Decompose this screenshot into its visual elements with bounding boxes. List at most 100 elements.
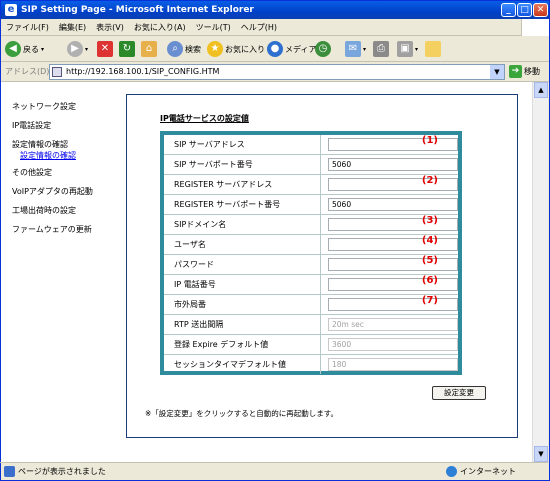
annotation-marker: (7) bbox=[421, 295, 438, 306]
area-code-field[interactable] bbox=[328, 298, 458, 311]
menu-file[interactable]: ファイル(F) bbox=[1, 19, 54, 36]
menu-help[interactable]: ヘルプ(H) bbox=[236, 19, 282, 36]
media-icon: ● bbox=[267, 41, 283, 57]
edit-icon: ▣ bbox=[397, 41, 413, 57]
table-row: REGISTER サーバアドレス (2) bbox=[164, 175, 458, 195]
table-row: SIPドメイン名 (3) bbox=[164, 215, 458, 235]
edit-button[interactable]: ▣ ▾ bbox=[397, 39, 418, 59]
home-icon: ⌂ bbox=[141, 41, 157, 57]
menu-view[interactable]: 表示(V) bbox=[91, 19, 129, 36]
table-row: 登録 Expire デフォルト値 3600 bbox=[164, 335, 458, 355]
media-button[interactable]: ● メディア bbox=[267, 39, 316, 59]
apply-settings-button[interactable]: 設定変更 bbox=[432, 386, 486, 400]
table-row: SIP サーバアドレス (1) bbox=[164, 135, 458, 155]
star-icon: ★ bbox=[207, 41, 223, 57]
nav-firmware-update[interactable]: ファームウェアの更新 bbox=[12, 223, 93, 236]
scroll-down-arrow[interactable]: ▼ bbox=[534, 446, 548, 462]
sip-domain-field[interactable] bbox=[328, 218, 458, 231]
annotation-marker: (5) bbox=[421, 255, 438, 266]
address-bar: アドレス(D) http://192.168.100.1/SIP_CONFIG.… bbox=[1, 62, 549, 82]
forward-button[interactable]: ▶ ▾ bbox=[67, 39, 88, 59]
table-row: RTP 送出間隔 20m sec bbox=[164, 315, 458, 335]
table-row: REGISTER サーバポート番号 5060 bbox=[164, 195, 458, 215]
register-expire-field: 3600 bbox=[328, 338, 458, 351]
back-button[interactable]: ◀ 戻る ▾ bbox=[5, 39, 44, 59]
security-zone: インターネット bbox=[460, 467, 516, 476]
maximize-button[interactable]: □ bbox=[517, 3, 532, 17]
table-row: パスワード (5) bbox=[164, 255, 458, 275]
page-done-icon bbox=[4, 466, 15, 477]
ip-phone-number-field[interactable] bbox=[328, 278, 458, 291]
nav-voip-restart[interactable]: VoIPアダプタの再起動 bbox=[12, 185, 93, 198]
register-server-address-field[interactable] bbox=[328, 178, 458, 191]
close-button[interactable]: ✕ bbox=[533, 3, 548, 17]
stop-icon: ✕ bbox=[97, 41, 113, 57]
forward-arrow-icon: ▶ bbox=[67, 41, 83, 57]
messenger-button[interactable] bbox=[425, 39, 441, 59]
history-icon: ◷ bbox=[315, 41, 331, 57]
nav-factory-reset[interactable]: 工場出荷時の設定 bbox=[12, 204, 93, 217]
scroll-up-arrow[interactable]: ▲ bbox=[534, 82, 548, 98]
sip-server-port-field[interactable]: 5060 bbox=[328, 158, 458, 171]
table-row: IP 電話番号 (6) bbox=[164, 275, 458, 295]
settings-table: SIP サーバアドレス (1) SIP サーバポート番号 5060 REGIST… bbox=[160, 131, 462, 375]
nav-config-check[interactable]: 設定情報の確認 bbox=[12, 138, 93, 151]
search-icon: ⌕ bbox=[167, 41, 183, 57]
menu-bar: ファイル(F) 編集(E) 表示(V) お気に入り(A) ツール(T) ヘルプ(H) bbox=[1, 19, 549, 36]
register-server-port-field[interactable]: 5060 bbox=[328, 198, 458, 211]
window-title: SIP Setting Page - Microsoft Internet Ex… bbox=[21, 5, 254, 15]
nav-ip-phone-settings[interactable]: IP電話設定 bbox=[12, 119, 93, 132]
nav-config-check-sub[interactable]: 設定情報の確認 bbox=[12, 151, 93, 160]
search-button[interactable]: ⌕ 検索 bbox=[167, 39, 201, 59]
annotation-marker: (3) bbox=[421, 215, 438, 226]
side-nav: ネットワーク設定 IP電話設定 設定情報の確認 設定情報の確認 その他設定 Vo… bbox=[12, 100, 93, 236]
minimize-button[interactable]: _ bbox=[501, 3, 516, 17]
menu-favorites[interactable]: お気に入り(A) bbox=[129, 19, 191, 36]
table-row: ユーザ名 (4) bbox=[164, 235, 458, 255]
username-field[interactable] bbox=[328, 238, 458, 251]
sip-server-address-field[interactable] bbox=[328, 138, 458, 151]
nav-other-settings[interactable]: その他設定 bbox=[12, 166, 93, 179]
annotation-marker: (2) bbox=[421, 175, 438, 186]
restart-note: ※「設定変更」をクリックすると自動的に再起動します。 bbox=[145, 409, 339, 418]
go-arrow-icon: ➔ bbox=[509, 65, 522, 78]
mail-button[interactable]: ✉ ▾ bbox=[345, 39, 366, 59]
table-row: セッションタイマデフォルト値 180 bbox=[164, 355, 458, 375]
page-icon bbox=[52, 67, 62, 77]
menu-edit[interactable]: 編集(E) bbox=[54, 19, 91, 36]
home-button[interactable]: ⌂ bbox=[141, 39, 157, 59]
history-button[interactable]: ◷ bbox=[315, 39, 331, 59]
page-title: IP電話サービスの設定値 bbox=[160, 114, 249, 123]
print-icon: ⎙ bbox=[373, 41, 389, 57]
annotation-marker: (6) bbox=[421, 275, 438, 286]
toolbar: ◀ 戻る ▾ ▶ ▾ ✕ ↻ ⌂ ⌕ 検索 ★ お気に入り ● メディア ◷ ✉ ▾ … bbox=[1, 36, 549, 62]
go-button[interactable]: ➔ 移動 bbox=[509, 65, 540, 78]
globe-icon bbox=[446, 466, 457, 477]
refresh-button[interactable]: ↻ bbox=[119, 39, 135, 59]
status-text: ページが表示されました bbox=[18, 467, 106, 476]
address-label: アドレス(D) bbox=[5, 67, 50, 76]
session-timer-field: 180 bbox=[328, 358, 458, 371]
menu-tools[interactable]: ツール(T) bbox=[191, 19, 236, 36]
status-bar: ページが表示されました インターネット bbox=[0, 462, 548, 479]
address-input[interactable]: http://192.168.100.1/SIP_CONFIG.HTM ▼ bbox=[49, 64, 505, 80]
folder-icon bbox=[425, 41, 441, 57]
annotation-marker: (4) bbox=[421, 235, 438, 246]
refresh-icon: ↻ bbox=[119, 41, 135, 57]
table-row: SIP サーバポート番号 5060 bbox=[164, 155, 458, 175]
chevron-down-icon[interactable]: ▼ bbox=[490, 65, 504, 79]
nav-network-settings[interactable]: ネットワーク設定 bbox=[12, 100, 93, 113]
mail-icon: ✉ bbox=[345, 41, 361, 57]
annotation-marker: (1) bbox=[421, 135, 438, 146]
stop-button[interactable]: ✕ bbox=[97, 39, 113, 59]
favorites-button[interactable]: ★ お気に入り bbox=[207, 39, 265, 59]
back-arrow-icon: ◀ bbox=[5, 41, 21, 57]
ie-icon: e bbox=[5, 4, 17, 16]
print-button[interactable]: ⎙ bbox=[373, 39, 389, 59]
vertical-scrollbar[interactable]: ▲ ▼ bbox=[532, 82, 548, 462]
rtp-interval-field: 20m sec bbox=[328, 318, 458, 331]
password-field[interactable] bbox=[328, 258, 458, 271]
windows-logo-icon bbox=[521, 19, 549, 36]
title-bar: e SIP Setting Page - Microsoft Internet … bbox=[1, 1, 549, 19]
table-row: 市外局番 (7) bbox=[164, 295, 458, 315]
